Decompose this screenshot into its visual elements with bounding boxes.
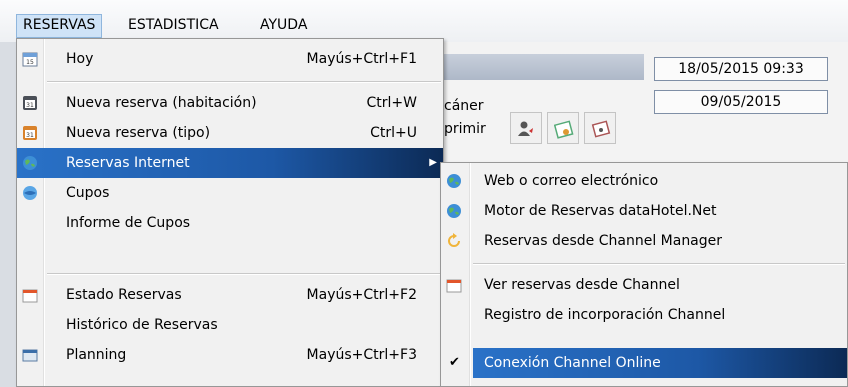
menu-item-label: Nueva reserva (tipo) xyxy=(66,125,211,141)
menu-item-label: Conexión Channel Online xyxy=(484,355,661,371)
globe-icon xyxy=(446,203,462,219)
menu-estadistica[interactable]: ESTADISTICA xyxy=(122,14,225,38)
submenu-check-cell: ✔ xyxy=(441,348,471,378)
guests-toolbar-button[interactable] xyxy=(510,112,542,144)
menu-item-label: Ver reservas desde Channel xyxy=(484,277,680,293)
submenu-item-ver-reservas-channel[interactable]: Ver reservas desde Channel xyxy=(441,270,847,300)
menu-reservas[interactable]: RESERVAS xyxy=(16,14,103,38)
calendar-31-orange-icon: 31 xyxy=(22,125,38,141)
menu-item-cupos[interactable]: Cupos xyxy=(17,178,443,208)
menu-item-label: Informe de Cupos xyxy=(66,215,191,231)
menu-item-label: Nueva reserva (habitación) xyxy=(66,95,257,111)
menu-item-label: Hoy xyxy=(66,51,94,67)
menu-item-label: Estado Reservas xyxy=(66,287,182,303)
print-button-label[interactable]: primir xyxy=(444,120,486,138)
menu-item-label: Registro de incorporación Channel xyxy=(484,307,726,323)
menu-separator xyxy=(47,273,441,275)
menu-item-nueva-reserva-habitacion[interactable]: 31 Nueva reserva (habitación) Ctrl+W xyxy=(17,88,443,118)
menu-item-label: Cupos xyxy=(66,185,110,201)
menu-ayuda[interactable]: AYUDA xyxy=(254,14,313,38)
menu-bar: RESERVAS ESTADISTICA AYUDA xyxy=(0,0,848,42)
submenu-item-conexion-channel-online[interactable]: Conexión Channel Online xyxy=(473,348,847,378)
menu-item-reservas-internet[interactable]: Reservas Internet ▶ xyxy=(17,148,443,178)
menu-item-shortcut: Ctrl+U xyxy=(370,125,417,141)
svg-text:15: 15 xyxy=(26,59,34,66)
menu-item-nueva-reserva-tipo[interactable]: 31 Nueva reserva (tipo) Ctrl+U xyxy=(17,118,443,148)
refresh-icon xyxy=(446,233,462,249)
menu-item-label: Web o correo electrónico xyxy=(484,173,659,189)
globe-icon xyxy=(446,173,462,189)
globe-blue-icon xyxy=(22,185,38,201)
submenu-item-web-correo[interactable]: Web o correo electrónico xyxy=(441,166,847,196)
calendar2-toolbar-button[interactable] xyxy=(584,112,616,144)
menu-item-shortcut: Mayús+Ctrl+F2 xyxy=(306,287,417,303)
calendar-page-icon xyxy=(22,287,38,303)
calendar-tilt-icon xyxy=(591,120,611,138)
submenu-arrow-icon: ▶ xyxy=(429,157,437,168)
menu-item-planning[interactable]: Planning Mayús+Ctrl+F3 xyxy=(17,340,443,370)
menu-item-historico-reservas[interactable]: Histórico de Reservas xyxy=(17,310,443,340)
menu-item-label: Reservas desde Channel Manager xyxy=(484,233,723,249)
menu-item-informe-cupos[interactable]: Informe de Cupos xyxy=(17,208,443,238)
calendar-15-icon: 15 xyxy=(22,51,38,67)
menu-item-label: Planning xyxy=(66,347,127,363)
calendar-toolbar-button[interactable] xyxy=(547,112,579,144)
checkmark-icon: ✔ xyxy=(449,355,460,370)
calendar-edit-icon xyxy=(554,120,574,139)
reservas-internet-submenu: Web o correo electrónico Motor de Reserv… xyxy=(440,162,848,387)
calendar-page-icon xyxy=(446,277,462,293)
menu-item-label: Histórico de Reservas xyxy=(66,317,218,333)
scanner-button-label[interactable]: cáner xyxy=(444,97,484,115)
menu-item-label: Reservas Internet xyxy=(66,155,190,171)
menu-item-shortcut: Mayús+Ctrl+F1 xyxy=(306,51,417,67)
submenu-item-motor-reservas[interactable]: Motor de Reservas dataHotel.Net xyxy=(441,196,847,226)
menu-item-shortcut: Mayús+Ctrl+F3 xyxy=(306,347,417,363)
svg-text:31: 31 xyxy=(26,132,34,139)
menu-item-label: Motor de Reservas dataHotel.Net xyxy=(484,203,717,219)
datetime-field: 18/05/2015 09:33 xyxy=(654,57,828,81)
submenu-item-registro-incorporacion[interactable]: Registro de incorporación Channel xyxy=(441,300,847,330)
reservas-dropdown-menu: 15 Hoy Mayús+Ctrl+F1 31 Nueva reserva (h… xyxy=(16,38,444,387)
guests-icon xyxy=(518,121,533,136)
globe-icon xyxy=(22,155,38,171)
menu-item-estado-reservas[interactable]: Estado Reservas Mayús+Ctrl+F2 xyxy=(17,280,443,310)
submenu-item-channel-manager[interactable]: Reservas desde Channel Manager xyxy=(441,226,847,256)
window-titlebar xyxy=(440,54,644,80)
menu-item-shortcut: Ctrl+W xyxy=(366,95,417,111)
calendar-31-icon: 31 xyxy=(22,95,38,111)
menu-item-hoy[interactable]: 15 Hoy Mayús+Ctrl+F1 xyxy=(17,44,443,74)
menu-separator xyxy=(473,263,845,265)
date-field[interactable]: 09/05/2015 xyxy=(654,90,828,114)
menu-separator xyxy=(47,81,441,83)
svg-text:31: 31 xyxy=(26,102,34,109)
planning-icon xyxy=(22,347,38,363)
